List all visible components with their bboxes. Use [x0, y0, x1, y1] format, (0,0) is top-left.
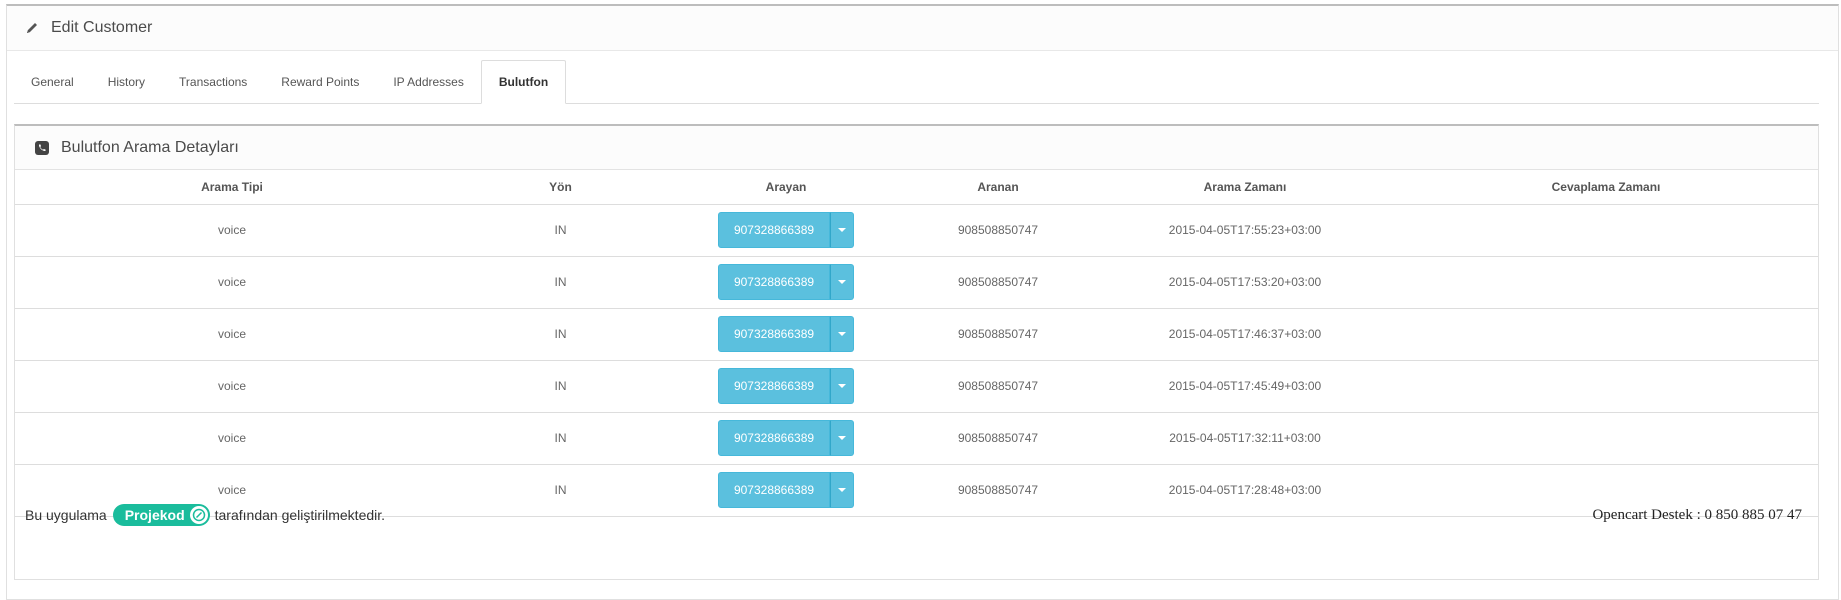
call-direction: IN — [449, 204, 672, 257]
pencil-icon — [25, 20, 41, 36]
caller-dropdown-toggle[interactable] — [830, 368, 854, 404]
call-direction: IN — [449, 412, 672, 465]
table-row: voice IN 907328866389 908508850747 2015-… — [15, 204, 1818, 257]
table-row: voice IN 907328866389 908508850747 2015-… — [15, 308, 1818, 361]
panel-title: Bulutfon Arama Detayları — [61, 138, 239, 156]
caller-number-button[interactable]: 907328866389 — [718, 316, 830, 352]
callee: 908508850747 — [900, 412, 1096, 465]
caller-cell: 907328866389 — [672, 256, 900, 309]
bulutfon-panel: Bulutfon Arama Detayları Arama Tipi Yön … — [14, 124, 1819, 580]
callee: 908508850747 — [900, 256, 1096, 309]
callee: 908508850747 — [900, 360, 1096, 413]
call-direction: IN — [449, 308, 672, 361]
caller-button-group: 907328866389 — [718, 316, 854, 352]
caret-down-icon — [838, 280, 846, 284]
panel-heading: Edit Customer — [7, 6, 1838, 51]
call-details-table: Arama Tipi Yön Arayan Aranan Arama Zaman… — [15, 170, 1818, 517]
call-type: voice — [15, 256, 449, 309]
call-type: voice — [15, 360, 449, 413]
call-time: 2015-04-05T17:45:49+03:00 — [1096, 360, 1394, 413]
caller-button-group: 907328866389 — [718, 368, 854, 404]
callee: 908508850747 — [900, 308, 1096, 361]
call-time: 2015-04-05T17:46:37+03:00 — [1096, 308, 1394, 361]
panel-footer: Bu uygulama Projekod tarafından geliştir… — [15, 497, 1818, 533]
tab-general[interactable]: General — [14, 60, 91, 103]
call-time: 2015-04-05T17:55:23+03:00 — [1096, 204, 1394, 257]
call-time: 2015-04-05T17:32:11+03:00 — [1096, 412, 1394, 465]
call-type: voice — [15, 308, 449, 361]
answer-time — [1394, 412, 1818, 465]
credit-suffix: tarafından geliştirilmektedir. — [214, 507, 386, 523]
brand-name: Projekod — [124, 507, 185, 523]
call-time: 2015-04-05T17:53:20+03:00 — [1096, 256, 1394, 309]
caller-cell: 907328866389 — [672, 412, 900, 465]
caller-dropdown-toggle[interactable] — [830, 316, 854, 352]
caller-number-button[interactable]: 907328866389 — [718, 212, 830, 248]
column-header: Arama Zamanı — [1096, 170, 1394, 205]
call-type: voice — [15, 412, 449, 465]
caller-cell: 907328866389 — [672, 360, 900, 413]
caller-number-button[interactable]: 907328866389 — [718, 420, 830, 456]
caret-down-icon — [838, 384, 846, 388]
caller-dropdown-toggle[interactable] — [830, 420, 854, 456]
answer-time — [1394, 204, 1818, 257]
column-header: Yön — [449, 170, 672, 205]
call-direction: IN — [449, 256, 672, 309]
page-title: Edit Customer — [51, 19, 153, 36]
caller-number-button[interactable]: 907328866389 — [718, 264, 830, 300]
caller-dropdown-toggle[interactable] — [830, 212, 854, 248]
tab-bulutfon[interactable]: Bulutfon — [480, 60, 567, 104]
column-header: Arayan — [672, 170, 900, 205]
tab-bar: General History Transactions Reward Poin… — [14, 60, 1819, 104]
caret-down-icon — [838, 332, 846, 336]
caller-dropdown-toggle[interactable] — [830, 264, 854, 300]
tab-reward-points[interactable]: Reward Points — [264, 60, 376, 103]
caller-button-group: 907328866389 — [718, 420, 854, 456]
tab-ip-addresses[interactable]: IP Addresses — [376, 60, 481, 103]
column-header: Aranan — [900, 170, 1096, 205]
answer-time — [1394, 308, 1818, 361]
tab-history[interactable]: History — [91, 60, 162, 103]
callee: 908508850747 — [900, 204, 1096, 257]
table-header-row: Arama Tipi Yön Arayan Aranan Arama Zaman… — [15, 170, 1818, 205]
call-type: voice — [15, 204, 449, 257]
projekod-logo-icon — [189, 506, 208, 524]
caller-button-group: 907328866389 — [718, 264, 854, 300]
tab-transactions[interactable]: Transactions — [162, 60, 264, 103]
answer-time — [1394, 256, 1818, 309]
caller-button-group: 907328866389 — [718, 212, 854, 248]
caret-down-icon — [838, 228, 846, 232]
projekod-badge[interactable]: Projekod — [112, 504, 210, 526]
bulutfon-panel-heading: Bulutfon Arama Detayları — [15, 126, 1818, 170]
caller-cell: 907328866389 — [672, 204, 900, 257]
credit-prefix: Bu uygulama — [25, 507, 107, 523]
caller-cell: 907328866389 — [672, 308, 900, 361]
table-row: voice IN 907328866389 908508850747 2015-… — [15, 412, 1818, 465]
caret-down-icon — [838, 436, 846, 440]
answer-time — [1394, 360, 1818, 413]
developer-credit: Bu uygulama Projekod tarafından geliştir… — [25, 504, 385, 526]
phone-icon — [35, 140, 49, 155]
call-direction: IN — [449, 360, 672, 413]
table-row: voice IN 907328866389 908508850747 2015-… — [15, 256, 1818, 309]
column-header: Cevaplama Zamanı — [1394, 170, 1818, 205]
table-row: voice IN 907328866389 908508850747 2015-… — [15, 360, 1818, 413]
caller-number-button[interactable]: 907328866389 — [718, 368, 830, 404]
column-header: Arama Tipi — [15, 170, 449, 205]
support-phone: Opencart Destek : 0 850 885 07 47 — [1592, 506, 1802, 523]
caret-down-icon — [838, 488, 846, 492]
